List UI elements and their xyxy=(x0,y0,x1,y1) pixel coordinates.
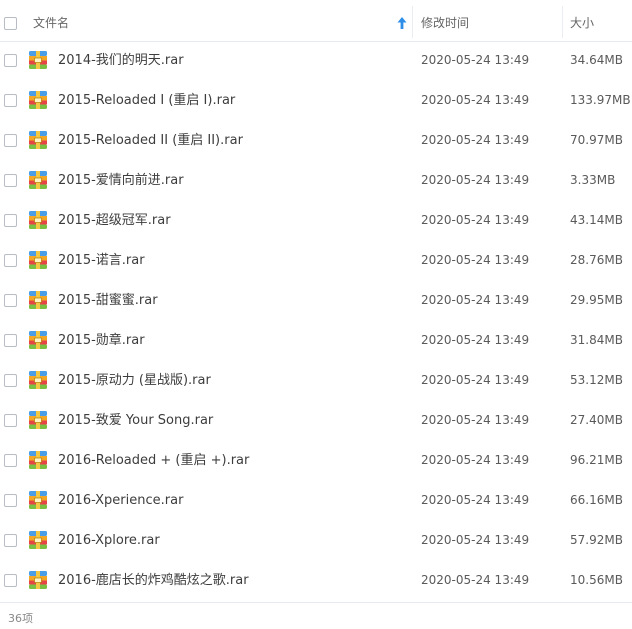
file-modified-time: 2020-05-24 13:49 xyxy=(421,573,530,587)
rar-archive-icon xyxy=(29,251,47,269)
rar-archive-icon xyxy=(29,51,47,69)
rar-archive-icon xyxy=(29,331,47,349)
file-row[interactable]: 2015-致爱 Your Song.rar 2020-05-24 13:49 2… xyxy=(0,400,632,440)
file-checkbox[interactable] xyxy=(4,374,17,387)
file-modified-time: 2020-05-24 13:49 xyxy=(421,493,530,507)
column-header-modified-time[interactable]: 修改时间 xyxy=(421,16,469,30)
file-list: 2014-我们的明天.rar 2020-05-24 13:49 34.64MB … xyxy=(0,40,632,600)
file-modified-time: 2020-05-24 13:49 xyxy=(421,413,530,427)
file-size: 3.33MB xyxy=(570,173,616,187)
file-size: 29.95MB xyxy=(570,293,623,307)
rar-archive-icon xyxy=(29,371,47,389)
rar-archive-icon xyxy=(29,491,47,509)
file-row[interactable]: 2016-Xplore.rar 2020-05-24 13:49 57.92MB xyxy=(0,520,632,560)
file-name[interactable]: 2015-诺言.rar xyxy=(58,253,145,268)
file-name[interactable]: 2015-Reloaded I (重启 I).rar xyxy=(58,93,235,108)
file-checkbox[interactable] xyxy=(4,534,17,547)
column-divider[interactable] xyxy=(562,6,563,38)
file-list-panel: 文件名 修改时间 大小 2014-我们的明天.rar 2020-05-24 13… xyxy=(0,0,632,629)
file-row[interactable]: 2016-Reloaded + (重启 +).rar 2020-05-24 13… xyxy=(0,440,632,480)
file-checkbox[interactable] xyxy=(4,454,17,467)
rar-archive-icon xyxy=(29,571,47,589)
column-header-name[interactable]: 文件名 xyxy=(33,16,69,30)
item-count: 36项 xyxy=(8,612,33,625)
rar-archive-icon xyxy=(29,91,47,109)
rar-archive-icon xyxy=(29,211,47,229)
file-modified-time: 2020-05-24 13:49 xyxy=(421,253,530,267)
status-bar: 36项 xyxy=(0,602,632,629)
file-modified-time: 2020-05-24 13:49 xyxy=(421,93,530,107)
rar-archive-icon xyxy=(29,171,47,189)
file-modified-time: 2020-05-24 13:49 xyxy=(421,53,530,67)
column-divider[interactable] xyxy=(412,6,413,38)
file-size: 34.64MB xyxy=(570,53,623,67)
rar-archive-icon xyxy=(29,531,47,549)
file-row[interactable]: 2016-Xperience.rar 2020-05-24 13:49 66.1… xyxy=(0,480,632,520)
file-size: 53.12MB xyxy=(570,373,623,387)
file-size: 31.84MB xyxy=(570,333,623,347)
rar-archive-icon xyxy=(29,451,47,469)
file-name[interactable]: 2016-Xperience.rar xyxy=(58,493,183,508)
file-name[interactable]: 2015-致爱 Your Song.rar xyxy=(58,413,213,428)
file-row[interactable]: 2015-超级冠军.rar 2020-05-24 13:49 43.14MB xyxy=(0,200,632,240)
select-all-checkbox[interactable] xyxy=(4,17,17,30)
file-checkbox[interactable] xyxy=(4,294,17,307)
file-row[interactable]: 2015-甜蜜蜜.rar 2020-05-24 13:49 29.95MB xyxy=(0,280,632,320)
file-name[interactable]: 2016-鹿店长的炸鸡酷炫之歌.rar xyxy=(58,573,249,588)
file-modified-time: 2020-05-24 13:49 xyxy=(421,533,530,547)
file-name[interactable]: 2015-甜蜜蜜.rar xyxy=(58,293,158,308)
file-size: 70.97MB xyxy=(570,133,623,147)
file-modified-time: 2020-05-24 13:49 xyxy=(421,373,530,387)
file-name[interactable]: 2016-Xplore.rar xyxy=(58,533,160,548)
file-modified-time: 2020-05-24 13:49 xyxy=(421,173,530,187)
file-row[interactable]: 2015-诺言.rar 2020-05-24 13:49 28.76MB xyxy=(0,240,632,280)
file-checkbox[interactable] xyxy=(4,54,17,67)
file-checkbox[interactable] xyxy=(4,174,17,187)
file-modified-time: 2020-05-24 13:49 xyxy=(421,293,530,307)
file-modified-time: 2020-05-24 13:49 xyxy=(421,333,530,347)
file-checkbox[interactable] xyxy=(4,334,17,347)
sort-ascending-arrow-icon[interactable] xyxy=(396,16,408,30)
file-checkbox[interactable] xyxy=(4,494,17,507)
file-row[interactable]: 2015-爱情向前进.rar 2020-05-24 13:49 3.33MB xyxy=(0,160,632,200)
column-header-size[interactable]: 大小 xyxy=(570,16,594,30)
file-checkbox[interactable] xyxy=(4,574,17,587)
file-row[interactable]: 2015-勋章.rar 2020-05-24 13:49 31.84MB xyxy=(0,320,632,360)
file-size: 43.14MB xyxy=(570,213,623,227)
file-checkbox[interactable] xyxy=(4,134,17,147)
file-size: 133.97MB xyxy=(570,93,631,107)
file-checkbox[interactable] xyxy=(4,94,17,107)
file-name[interactable]: 2015-超级冠军.rar xyxy=(58,213,171,228)
rar-archive-icon xyxy=(29,291,47,309)
file-row[interactable]: 2016-鹿店长的炸鸡酷炫之歌.rar 2020-05-24 13:49 10.… xyxy=(0,560,632,600)
file-row[interactable]: 2015-原动力 (星战版).rar 2020-05-24 13:49 53.1… xyxy=(0,360,632,400)
file-checkbox[interactable] xyxy=(4,414,17,427)
file-size: 96.21MB xyxy=(570,453,623,467)
file-size: 66.16MB xyxy=(570,493,623,507)
file-row[interactable]: 2015-Reloaded II (重启 II).rar 2020-05-24 … xyxy=(0,120,632,160)
file-name[interactable]: 2015-爱情向前进.rar xyxy=(58,173,184,188)
file-name[interactable]: 2014-我们的明天.rar xyxy=(58,53,184,68)
file-modified-time: 2020-05-24 13:49 xyxy=(421,133,530,147)
file-name[interactable]: 2015-Reloaded II (重启 II).rar xyxy=(58,133,243,148)
file-row[interactable]: 2014-我们的明天.rar 2020-05-24 13:49 34.64MB xyxy=(0,40,632,80)
file-name[interactable]: 2016-Reloaded + (重启 +).rar xyxy=(58,453,249,468)
file-name[interactable]: 2015-勋章.rar xyxy=(58,333,145,348)
file-row[interactable]: 2015-Reloaded I (重启 I).rar 2020-05-24 13… xyxy=(0,80,632,120)
file-checkbox[interactable] xyxy=(4,214,17,227)
file-checkbox[interactable] xyxy=(4,254,17,267)
file-size: 28.76MB xyxy=(570,253,623,267)
file-list-header: 文件名 修改时间 大小 xyxy=(0,0,632,42)
file-name[interactable]: 2015-原动力 (星战版).rar xyxy=(58,373,211,388)
file-modified-time: 2020-05-24 13:49 xyxy=(421,453,530,467)
file-size: 10.56MB xyxy=(570,573,623,587)
file-size: 57.92MB xyxy=(570,533,623,547)
file-modified-time: 2020-05-24 13:49 xyxy=(421,213,530,227)
rar-archive-icon xyxy=(29,131,47,149)
file-size: 27.40MB xyxy=(570,413,623,427)
rar-archive-icon xyxy=(29,411,47,429)
